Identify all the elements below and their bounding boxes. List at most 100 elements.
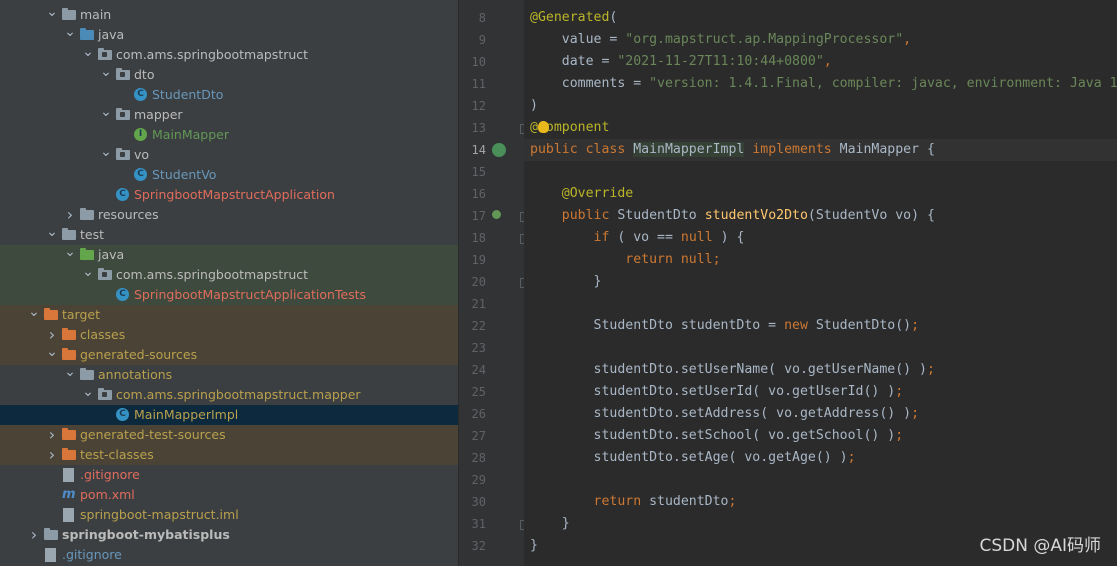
line-number: 29 <box>471 473 486 487</box>
tree-item[interactable]: › classes <box>0 325 458 345</box>
line-number: 30 <box>471 495 486 509</box>
code-line: StudentDto studentDto = new StudentDto()… <box>530 318 920 333</box>
tree-item[interactable]: ⌄ main <box>0 5 458 25</box>
tree-item[interactable]: .gitignore <box>0 465 458 485</box>
line-number: 25 <box>471 385 486 399</box>
package-icon <box>116 68 130 82</box>
line-number: 16 <box>471 187 486 201</box>
tree-item[interactable]: ⌄ target <box>0 305 458 325</box>
tree-item[interactable]: ⌄ generated-sources <box>0 345 458 365</box>
chevron-down-icon[interactable]: ⌄ <box>64 245 76 265</box>
tree-item[interactable]: › test-classes <box>0 445 458 465</box>
tree-item-label: java <box>98 27 125 42</box>
package-icon <box>116 108 130 122</box>
code-editor[interactable]: CSDN @AI码师 @Generated( value = "org.maps… <box>524 0 1117 566</box>
tree-item[interactable]: C StudentVo <box>0 165 458 185</box>
lightbulb-icon[interactable] <box>538 121 549 133</box>
line-number: 19 <box>471 253 486 267</box>
chevron-down-icon[interactable]: ⌄ <box>100 105 112 125</box>
chevron-down-icon[interactable]: ⌄ <box>82 45 94 65</box>
code-line: if ( vo == null ) { <box>530 230 745 245</box>
tree-item[interactable]: ⌄ vo <box>0 145 458 165</box>
line-number: 28 <box>471 451 486 465</box>
line-number: 20 <box>471 275 486 289</box>
tree-item[interactable]: C MainMapperImpl <box>0 405 458 425</box>
implements-interface-icon[interactable] <box>492 143 506 157</box>
chevron-right-icon[interactable]: › <box>46 325 58 345</box>
chevron-down-icon[interactable]: ⌄ <box>100 145 112 165</box>
code-line: value = "org.mapstruct.ap.MappingProcess… <box>530 32 912 47</box>
line-number: 8 <box>478 11 486 25</box>
editor-gutter: 8 9 10 11 12 13 14 15 16 17 18 19 20 21 22 23 24 25 26 27 28… <box>466 0 529 566</box>
chevron-down-icon[interactable]: ⌄ <box>100 65 112 85</box>
folder-icon <box>44 308 58 322</box>
code-line: return null; <box>530 252 721 267</box>
chevron-down-icon[interactable]: ⌄ <box>46 345 58 365</box>
chevron-down-icon[interactable]: ⌄ <box>64 365 76 385</box>
chevron-down-icon[interactable]: ⌄ <box>28 305 40 325</box>
code-line: } <box>530 516 570 531</box>
chevron-down-icon[interactable]: ⌄ <box>46 225 58 245</box>
line-number: 24 <box>471 363 486 377</box>
tree-item-label: SpringbootMapstructApplication <box>134 187 335 202</box>
tree-item[interactable]: springboot-mapstruct.iml <box>0 505 458 525</box>
code-line: public StudentDto studentVo2Dto(StudentV… <box>530 208 935 223</box>
package-icon <box>98 388 112 402</box>
folder-icon <box>62 8 76 22</box>
code-line: @Generated( <box>530 10 618 25</box>
chevron-right-icon[interactable]: › <box>28 525 40 545</box>
tree-item-label: springboot-mybatisplus <box>62 527 230 542</box>
folder-icon <box>80 248 94 262</box>
line-number: 31 <box>471 517 486 531</box>
tree-item[interactable]: m pom.xml <box>0 485 458 505</box>
code-line: public class MainMapperImpl implements M… <box>530 142 935 157</box>
tree-item[interactable]: ⌄ java <box>0 245 458 265</box>
chevron-down-icon[interactable]: ⌄ <box>82 385 94 405</box>
tree-item-label: MainMapperImpl <box>134 407 239 422</box>
code-line: date = "2021-11-27T11:10:44+0800", <box>530 54 832 69</box>
tree-item[interactable]: I MainMapper <box>0 125 458 145</box>
code-line: studentDto.setUserId( vo.getUserId() ); <box>530 384 904 399</box>
chevron-right-icon[interactable]: › <box>46 445 58 465</box>
tree-item[interactable]: ⌄ annotations <box>0 365 458 385</box>
tree-item[interactable]: .gitignore <box>0 545 458 565</box>
tree-item-label: generated-test-sources <box>80 427 226 442</box>
chevron-right-icon[interactable]: › <box>46 425 58 445</box>
tree-item-label: springboot-mapstruct.iml <box>80 507 239 522</box>
tree-item-label: annotations <box>98 367 173 382</box>
tree-item[interactable]: › springboot-mybatisplus <box>0 525 458 545</box>
code-line: } <box>530 274 602 289</box>
implements-method-icon[interactable] <box>492 210 501 219</box>
tree-item[interactable]: ⌄ com.ams.springbootmapstruct <box>0 45 458 65</box>
tree-item[interactable]: ⌄ test <box>0 225 458 245</box>
folder-icon <box>62 428 76 442</box>
chevron-down-icon[interactable]: ⌄ <box>82 265 94 285</box>
tree-item[interactable]: C StudentDto <box>0 85 458 105</box>
tree-item[interactable]: ⌄ mapper <box>0 105 458 125</box>
tree-item[interactable]: C SpringbootMapstructApplication <box>0 185 458 205</box>
tree-item[interactable]: ⌄ java <box>0 25 458 45</box>
chevron-right-icon[interactable]: › <box>64 205 76 225</box>
chevron-down-icon[interactable]: ⌄ <box>64 25 76 45</box>
tree-item[interactable]: ⌄ com.ams.springbootmapstruct <box>0 265 458 285</box>
line-number: 10 <box>471 55 486 69</box>
tree-item[interactable]: ⌄ com.ams.springbootmapstruct.mapper <box>0 385 458 405</box>
tree-item[interactable]: ⌄ dto <box>0 65 458 85</box>
line-number: 32 <box>471 539 486 553</box>
tree-item-label: main <box>80 7 112 22</box>
tree-item-label: StudentVo <box>152 167 217 182</box>
class-icon: C <box>134 88 148 102</box>
tree-item[interactable]: C SpringbootMapstructApplicationTests <box>0 285 458 305</box>
code-line: @Override <box>530 186 634 201</box>
code-line: studentDto.setUserName( vo.getUserName()… <box>530 362 935 377</box>
tree-item[interactable]: › resources <box>0 205 458 225</box>
line-number: 26 <box>471 407 486 421</box>
chevron-down-icon[interactable]: ⌄ <box>46 5 58 25</box>
tree-item-label: com.ams.springbootmapstruct.mapper <box>116 387 361 402</box>
maven-icon: m <box>62 487 76 502</box>
tree-item[interactable]: › generated-test-sources <box>0 425 458 445</box>
tree-item-label: generated-sources <box>80 347 198 362</box>
package-icon <box>98 268 112 282</box>
class-icon: C <box>116 188 130 202</box>
code-line: comments = "version: 1.4.1.Final, compil… <box>530 76 1117 91</box>
